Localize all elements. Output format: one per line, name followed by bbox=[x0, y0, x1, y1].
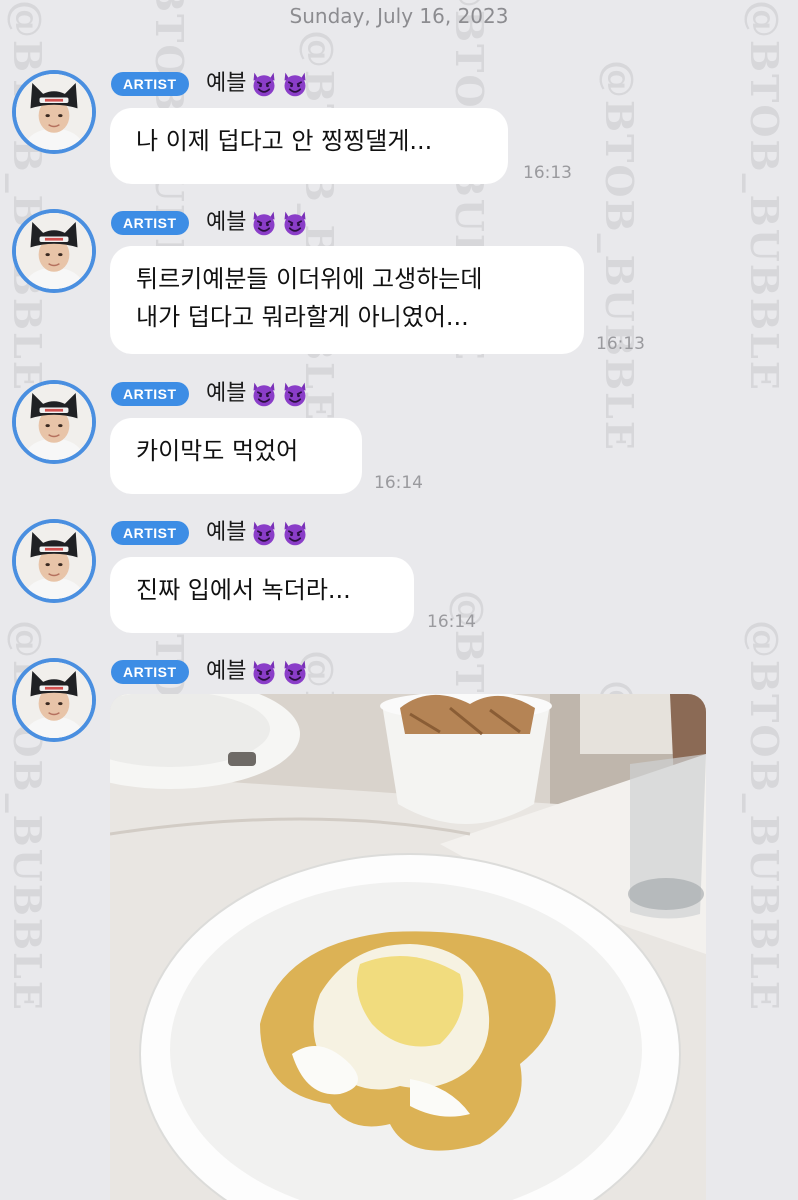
watermark: @BTOB_BUBBLE bbox=[597, 60, 642, 452]
artist-badge: ARTIST bbox=[111, 211, 189, 235]
photo-message[interactable] bbox=[110, 694, 706, 1200]
sender-name: 예블 bbox=[206, 71, 247, 96]
avatar[interactable] bbox=[12, 209, 96, 293]
message-bubble[interactable]: 나 이제 덥다고 안 찡찡댈게... bbox=[110, 108, 508, 184]
message-time: 16:14 bbox=[374, 473, 423, 493]
message-time: 16:13 bbox=[523, 163, 572, 183]
smiling-devil-icon bbox=[250, 658, 278, 686]
watermark: @BTOB_BUBBLE bbox=[742, 0, 787, 392]
artist-badge: ARTIST bbox=[111, 382, 189, 406]
name-emojis bbox=[250, 209, 309, 237]
smiling-devil-icon bbox=[281, 380, 309, 408]
name-emojis bbox=[250, 519, 309, 547]
artist-badge: ARTIST bbox=[111, 521, 189, 545]
avatar-image bbox=[16, 213, 92, 289]
avatar[interactable] bbox=[12, 380, 96, 464]
sender-name: 예블 bbox=[206, 210, 247, 235]
message-bubble[interactable]: 카이막도 먹었어 bbox=[110, 418, 362, 494]
avatar[interactable] bbox=[12, 658, 96, 742]
name-emojis bbox=[250, 380, 309, 408]
smiling-devil-icon bbox=[250, 70, 278, 98]
sender-name: 예블 bbox=[206, 381, 247, 406]
food-photo bbox=[110, 694, 706, 1200]
watermark: @BTOB_BUBBLE bbox=[5, 0, 50, 392]
avatar[interactable] bbox=[12, 519, 96, 603]
smiling-devil-icon bbox=[281, 70, 309, 98]
avatar-image bbox=[16, 523, 92, 599]
smiling-devil-icon bbox=[281, 658, 309, 686]
smiling-devil-icon bbox=[250, 209, 278, 237]
message-time: 16:13 bbox=[596, 334, 645, 354]
sender-name: 예블 bbox=[206, 659, 247, 684]
smiling-devil-icon bbox=[281, 519, 309, 547]
sender-name: 예블 bbox=[206, 520, 247, 545]
avatar-image bbox=[16, 384, 92, 460]
message-bubble[interactable]: 튀르키예분들 이더위에 고생하는데 내가 덥다고 뭐라할게 아니였어... bbox=[110, 246, 584, 354]
avatar-image bbox=[16, 662, 92, 738]
artist-badge: ARTIST bbox=[111, 660, 189, 684]
name-emojis bbox=[250, 70, 309, 98]
watermark: @BTOB_BUBBLE bbox=[742, 620, 787, 1012]
smiling-devil-icon bbox=[281, 209, 309, 237]
smiling-devil-icon bbox=[250, 380, 278, 408]
artist-badge: ARTIST bbox=[111, 72, 189, 96]
smiling-devil-icon bbox=[250, 519, 278, 547]
message-time: 16:14 bbox=[427, 612, 476, 632]
avatar-image bbox=[16, 74, 92, 150]
message-bubble[interactable]: 진짜 입에서 녹더라... bbox=[110, 557, 414, 633]
name-emojis bbox=[250, 658, 309, 686]
avatar[interactable] bbox=[12, 70, 96, 154]
date-header: Sunday, July 16, 2023 bbox=[289, 4, 509, 28]
